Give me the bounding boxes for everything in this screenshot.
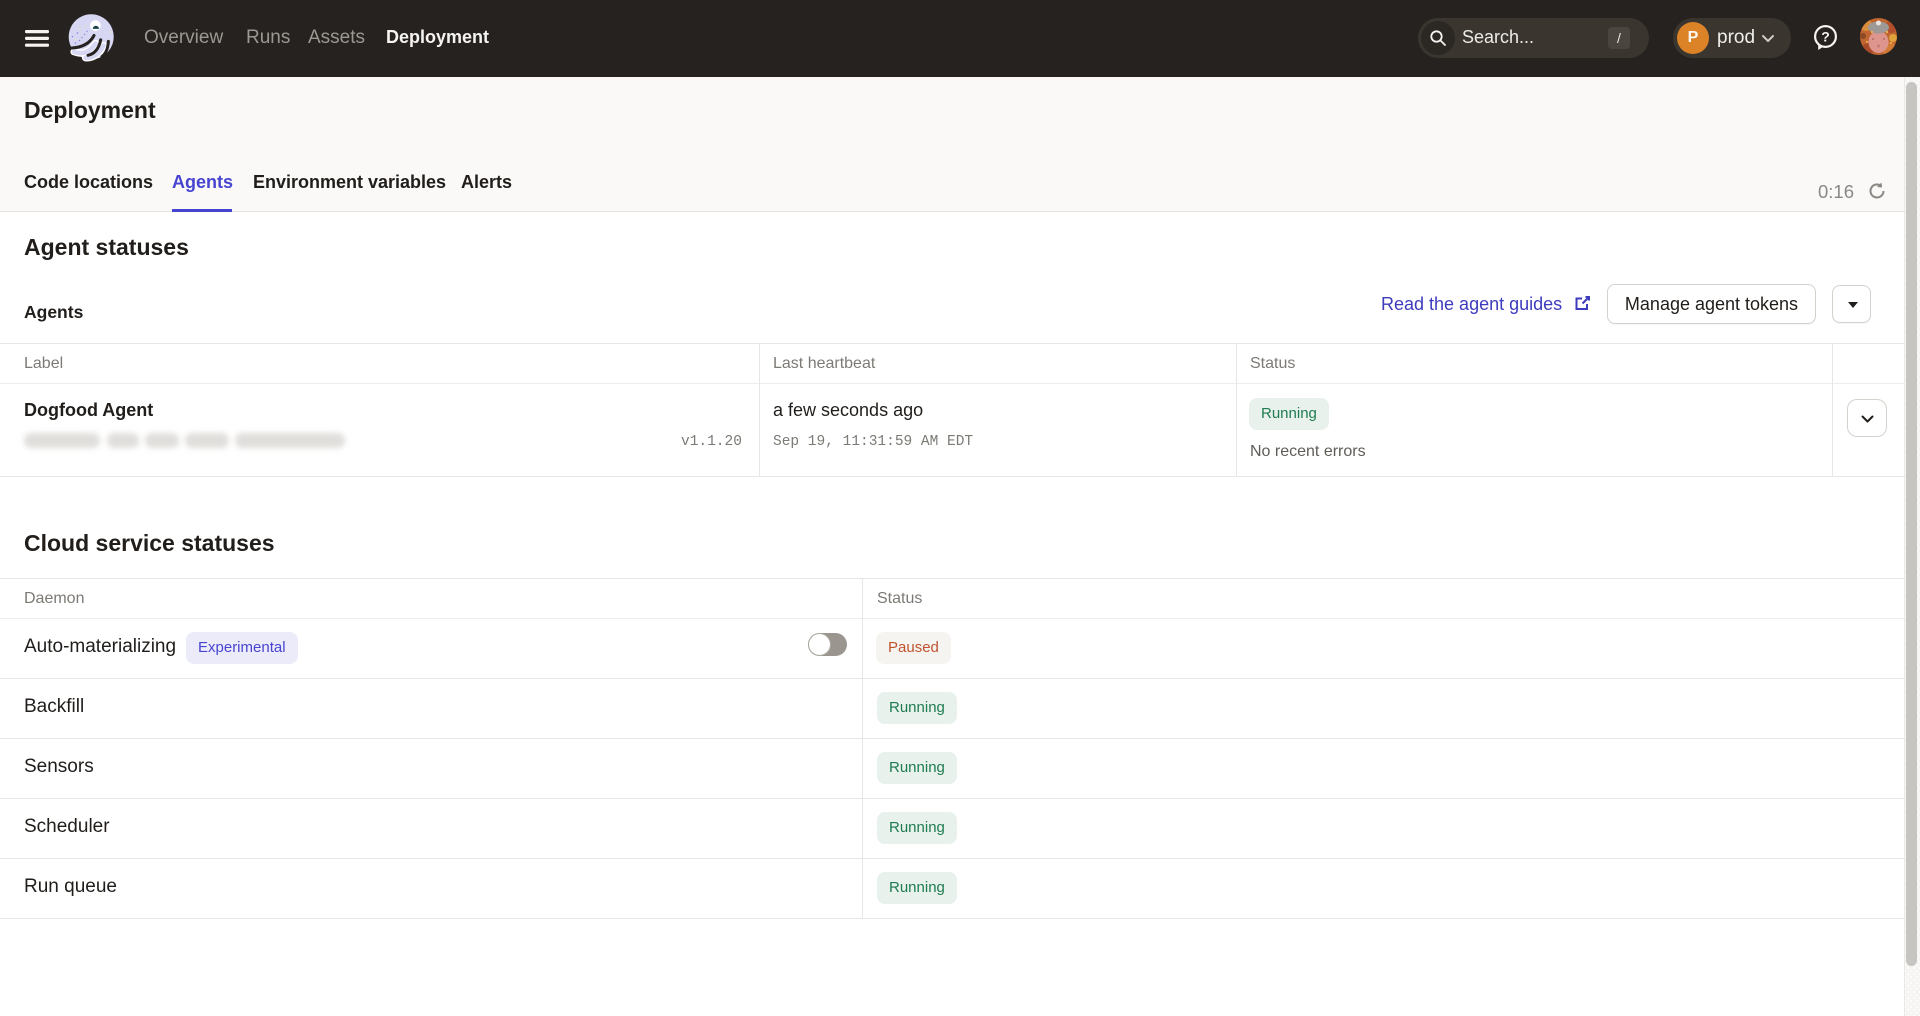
svg-text:?: ?	[1821, 29, 1830, 45]
